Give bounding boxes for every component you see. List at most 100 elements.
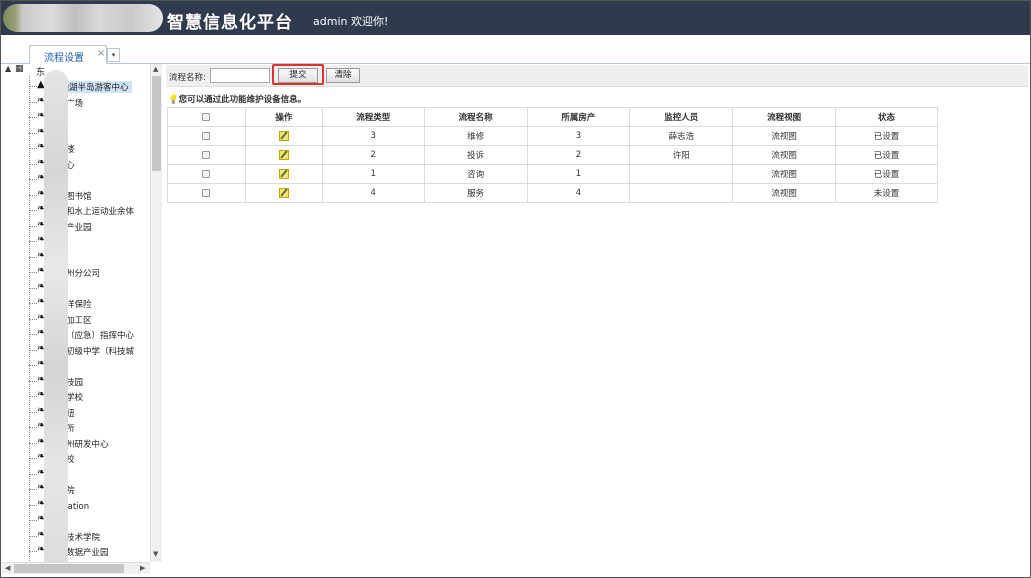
tip-text: 您可以通过此功能维护设备信息。 (178, 95, 307, 105)
tree-connector (29, 132, 37, 134)
logo-image (3, 4, 163, 32)
folder-grid-icon: ▦ (15, 64, 24, 74)
cell-property: 4 (526, 183, 631, 203)
property-tree: ▲ ▦ 东 ▲湿地湖半岛游客中心❧站北广场❧校❧项目❧新大楼❧运中心❧园❧堅湖图… (2, 64, 162, 576)
table-row: 4 服务 4 流视图 未设置 (167, 183, 938, 203)
row-checkbox[interactable] (202, 131, 211, 140)
cell-type: 1 (321, 164, 425, 184)
row-action-cell (244, 164, 323, 184)
scroll-right-icon[interactable]: ▶ (140, 564, 145, 572)
brand-title: 智慧信息化平台 (167, 13, 293, 33)
column-header: 操作 (244, 107, 323, 127)
column-header: 流程视图 (732, 107, 837, 127)
row-checkbox[interactable] (202, 169, 211, 178)
edit-icon[interactable] (278, 130, 289, 141)
table-row: 1 咨询 1 流视图 已设置 (167, 164, 938, 184)
cell-property: 1 (526, 164, 631, 184)
cell-name: 维修 (423, 126, 528, 146)
tree-connector (29, 225, 37, 227)
tree-connector (29, 473, 37, 475)
lightbulb-icon: 💡 (168, 95, 179, 105)
process-name-input[interactable] (210, 68, 270, 83)
cell-status: 已设置 (835, 164, 938, 184)
scroll-down-icon[interactable]: ▼ (153, 550, 158, 558)
table-row: 2 投诉 2 许阳 流视图 已设置 (167, 145, 938, 165)
cell-property: 3 (526, 126, 631, 146)
scroll-thumb[interactable] (152, 76, 161, 171)
table-row: 3 维修 3 薛志浩 流视图 已设置 (167, 126, 938, 146)
tree-connector (29, 256, 37, 258)
tree-connector (29, 117, 37, 118)
tree-connector (29, 396, 37, 397)
column-header: 流程类型 (321, 107, 425, 127)
search-toolbar: 流程名称: 提交 清除 (166, 64, 1028, 87)
welcome-text: admin 欢迎你! (313, 15, 389, 28)
tree-connector (29, 194, 37, 196)
row-action-cell (244, 145, 323, 165)
cell-type: 4 (321, 183, 425, 203)
cell-view[interactable]: 流视图 (732, 164, 837, 184)
row-select-cell (167, 183, 246, 203)
tree-collapse-icon[interactable]: ▲ (5, 64, 11, 73)
tree-connector (29, 535, 37, 537)
top-header: 智慧信息化平台 admin 欢迎你! (1, 1, 1030, 35)
cell-view[interactable]: 流视图 (732, 126, 837, 146)
close-icon[interactable]: × (97, 48, 105, 59)
tree-vertical-scrollbar[interactable]: ▲ ▼ (150, 64, 162, 562)
cell-monitor: 薛志浩 (629, 126, 734, 146)
cell-name: 投诉 (423, 145, 528, 165)
row-select-cell (167, 126, 246, 146)
column-header: 状态 (835, 107, 938, 127)
edit-icon[interactable] (278, 149, 289, 160)
tree-connector (29, 179, 37, 180)
tree-connector (29, 520, 37, 521)
select-all-checkbox[interactable] (202, 112, 211, 121)
cell-status: 已设置 (835, 126, 938, 146)
tree-connector (29, 86, 37, 87)
process-name-label: 流程名称: (169, 73, 206, 83)
cell-status: 未设置 (835, 183, 938, 203)
scroll-left-icon[interactable]: ◀ (5, 564, 10, 572)
column-header: 流程名称 (423, 107, 528, 127)
cell-monitor: 许阳 (629, 145, 734, 165)
tree-connector (29, 349, 37, 351)
tree-connector (29, 334, 37, 335)
row-checkbox[interactable] (202, 150, 211, 159)
tree-connector (29, 458, 37, 459)
row-select-cell (167, 164, 246, 184)
submit-button[interactable]: 提交 (278, 68, 318, 83)
tree-connector (29, 551, 37, 552)
clear-button[interactable]: 清除 (326, 68, 360, 83)
table-header-row: 操作 流程类型 流程名称 所属房产 监控人员 流程视图 状态 (167, 107, 938, 127)
cell-name: 咨询 (423, 164, 528, 184)
tree-connector (29, 427, 37, 428)
edit-icon[interactable] (278, 168, 289, 179)
tree-connector (29, 504, 37, 506)
tab-process-settings[interactable]: 流程设置 × (29, 45, 107, 64)
column-header: 所属房产 (526, 107, 631, 127)
tree-connector (29, 287, 37, 289)
tab-label: 流程设置 (44, 53, 84, 64)
tree-connector (29, 272, 37, 273)
tree-connector (29, 148, 37, 149)
process-table: 操作 流程类型 流程名称 所属房产 监控人员 流程视图 状态 3 维修 3 薛志浩 流视… (167, 107, 938, 203)
chevron-down-icon[interactable]: ▾ (107, 48, 120, 62)
scroll-up-icon[interactable]: ▲ (153, 65, 158, 73)
tree-connector (29, 303, 37, 304)
tree-root-label[interactable]: 东 (36, 65, 45, 78)
tree-horizontal-scrollbar[interactable]: ◀ ▶ (2, 562, 150, 574)
row-checkbox[interactable] (202, 188, 211, 197)
cell-view[interactable]: 流视图 (732, 145, 837, 165)
tree-connector (29, 210, 37, 211)
redacted-overlay (44, 70, 68, 570)
cell-monitor (629, 183, 734, 203)
tree-connector (29, 318, 37, 320)
row-action-cell (244, 183, 323, 203)
edit-icon[interactable] (278, 187, 289, 198)
cell-monitor (629, 164, 734, 184)
scroll-thumb[interactable] (14, 564, 124, 573)
tree-connector (29, 365, 37, 366)
cell-view[interactable]: 流视图 (732, 183, 837, 203)
tree-connector (29, 411, 37, 413)
tree-connector (29, 101, 37, 103)
